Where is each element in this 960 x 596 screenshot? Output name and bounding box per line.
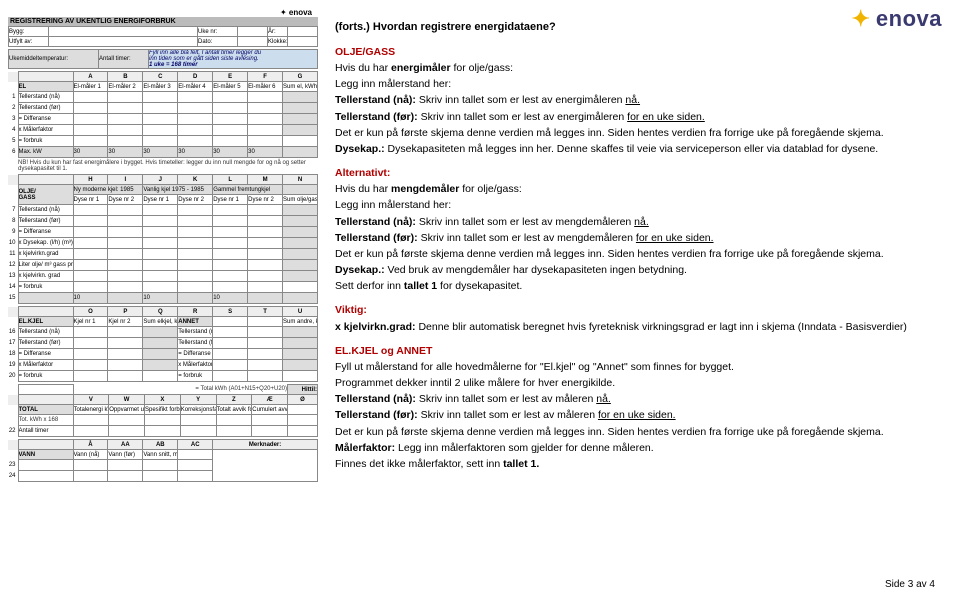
alt-heading: Alternativt: xyxy=(335,166,925,180)
viktig-heading: Viktig: xyxy=(335,303,925,317)
form-preview: ✦ enova REGISTRERING AV UKENTLIG ENERGIF… xyxy=(8,8,318,568)
section-olje: OLJE/GASS Hvis du har energimåler for ol… xyxy=(335,45,925,156)
section-alternativt: Alternativt: Hvis du har mengdemåler for… xyxy=(335,166,925,293)
olje-heading: OLJE/GASS xyxy=(335,45,925,59)
page-title: (forts.) Hvordan registrere energidataen… xyxy=(335,20,925,35)
page-footer: Side 3 av 4 xyxy=(885,579,935,590)
section-viktig: Viktig: x kjelvirkn.grad: Denne blir aut… xyxy=(335,303,925,333)
section-elkjel: EL.KJEL og ANNET Fyll ut målerstand for … xyxy=(335,344,925,471)
instruction-text: (forts.) Hvordan registrere energidataen… xyxy=(335,20,925,481)
elkjel-heading: EL.KJEL og ANNET xyxy=(335,344,925,358)
